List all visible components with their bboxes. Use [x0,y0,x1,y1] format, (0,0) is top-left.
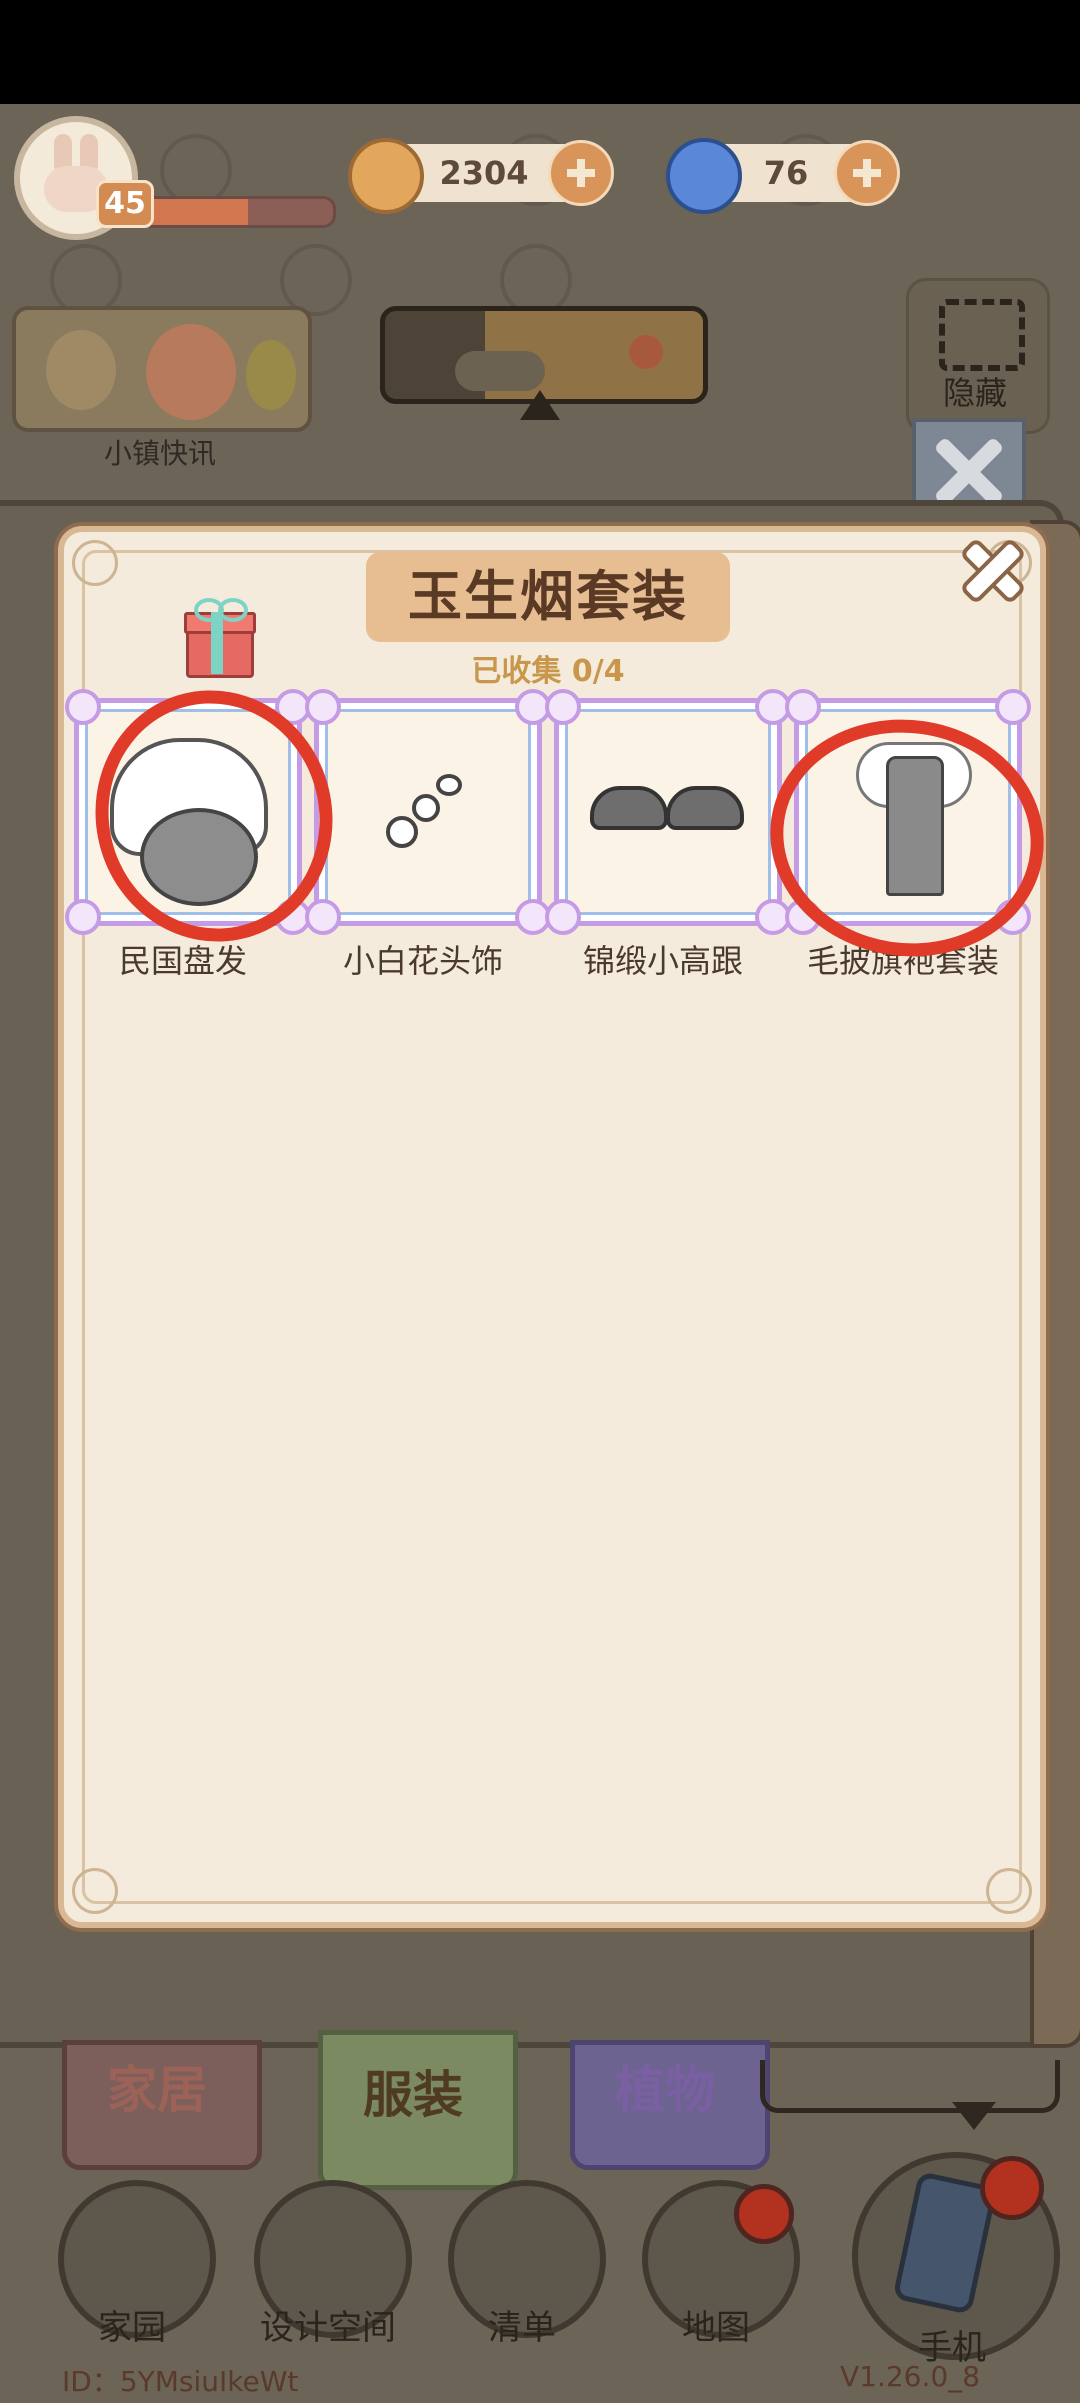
coin-icon [348,138,424,214]
phone-notification-dot [980,2156,1044,2220]
corner-flourish-icon [986,1868,1032,1914]
slot-flourish-icon [305,689,341,725]
town-news-thumbnail[interactable] [12,306,312,432]
coin-counter: 2304 [348,138,614,214]
status-bar [0,0,1080,104]
sun-icon [629,335,663,369]
tab-home-label: 家居 [107,2061,207,2119]
gift-bow-icon [218,598,248,622]
coin-amount: 2304 [439,154,529,192]
news-character-icon [46,330,116,410]
map-notification-dot [734,2184,794,2244]
flower-hairpin-icon [380,760,470,850]
slot-flourish-icon [65,689,101,725]
nav-home-label: 家园 [98,2308,166,2348]
xp-bar [140,196,336,228]
gem-counter: 76 [666,138,900,214]
add-coins-button[interactable] [548,140,614,206]
news-leaf-icon [246,340,296,410]
weather-arrow-icon [520,390,560,420]
tab-clothing-label: 服装 [363,2066,463,2124]
slot-flourish-icon [545,899,581,935]
expand-frame-icon [939,299,1025,371]
nav-list-label: 清单 [488,2308,556,2348]
slot-flourish-icon [785,689,821,725]
news-character-icon [146,324,236,420]
set-title: 玉生烟套装 [408,565,688,628]
chat-bubble-outline [760,2060,1060,2113]
item-label: 锦缎小高跟 [582,942,743,980]
town-news-label: 小镇快讯 [103,437,216,470]
player-id: ID：5YMsiuIkeWt [62,2365,299,2398]
swirl-gem-icon [666,138,742,214]
corner-flourish-icon [72,1868,118,1914]
tab-plants-label: 植物 [615,2061,715,2119]
slot-flourish-icon [65,899,101,935]
version-label: V1.26.0_8 [840,2360,981,2393]
item-label: 民国盘发 [118,942,247,980]
gem-amount: 76 [763,154,809,192]
silk-heels-icon [590,780,744,830]
xp-fill [143,199,248,225]
chat-bubble-tail-icon [952,2102,996,2130]
hide-ui-label: 隐藏 [942,374,1007,412]
nav-map-label: 地图 [682,2308,750,2348]
close-button[interactable] [962,540,1024,602]
item-label: 小白花头饰 [342,942,503,980]
add-gems-button[interactable] [834,140,900,206]
nav-design-space-label: 设计空间 [260,2308,396,2348]
slot-flourish-icon [545,689,581,725]
slot-flourish-icon [995,689,1031,725]
cloud-icon [455,351,545,391]
collection-progress: 已收集 0/4 [471,654,625,689]
slot-flourish-icon [305,899,341,935]
gift-reward-button[interactable] [184,598,256,678]
corner-flourish-icon [72,540,118,586]
level-badge: 45 [96,180,154,228]
